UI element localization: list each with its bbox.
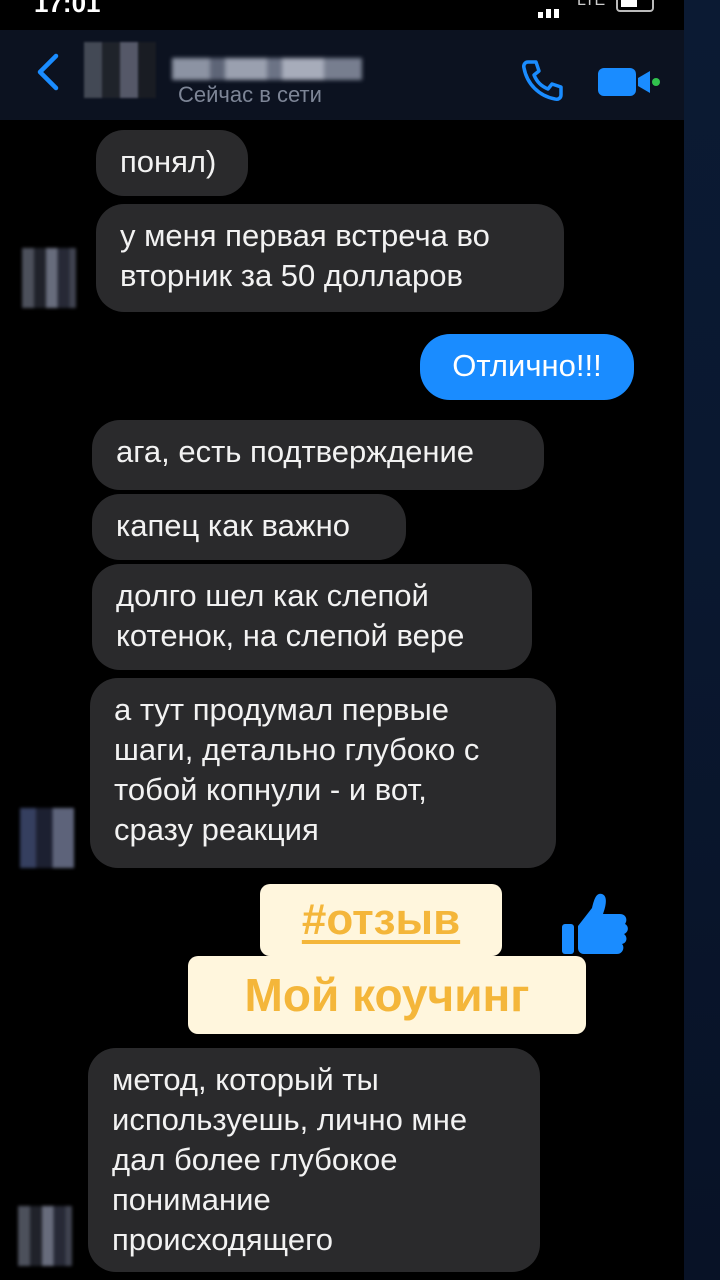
message-bubble-incoming[interactable]: долго шел как слепой котенок, на слепой …: [92, 564, 532, 670]
message-bubble-incoming[interactable]: а тут продумал первые шаги, детально глу…: [90, 678, 556, 868]
message-bubble-incoming[interactable]: метод, который ты используешь, лично мне…: [88, 1048, 540, 1272]
background-edge: [684, 0, 720, 1280]
hashtag-sticker: #отзыв: [260, 884, 502, 956]
title-sticker: Мой коучинг: [188, 956, 586, 1034]
phone-icon[interactable]: [518, 56, 566, 104]
back-chevron-icon[interactable]: [34, 52, 62, 92]
presence-status: Сейчас в сети: [178, 82, 322, 107]
contact-avatar-small: [22, 248, 76, 308]
contact-avatar-small: [18, 1206, 72, 1266]
chat-header: Сейчас в сети: [0, 30, 684, 120]
message-bubble-outgoing[interactable]: Отлично!!!: [420, 334, 634, 400]
status-time: 17:01: [34, 0, 101, 18]
battery-icon: [616, 0, 654, 12]
contact-avatar[interactable]: [84, 42, 156, 98]
message-bubble-incoming[interactable]: понял): [96, 130, 248, 196]
status-bar: 17:01 LTE: [0, 0, 720, 18]
message-bubble-incoming[interactable]: у меня первая встреча во вторник за 50 д…: [96, 204, 564, 312]
network-label: LTE: [577, 0, 606, 9]
signal-icon: [538, 0, 562, 18]
thumbs-up-icon: [562, 893, 628, 954]
message-bubble-incoming[interactable]: ага, есть подтверждение: [92, 420, 544, 490]
contact-avatar-small: [20, 808, 74, 868]
contact-name-blurred[interactable]: [172, 58, 362, 80]
message-bubble-incoming[interactable]: капец как важно: [92, 494, 406, 560]
video-camera-icon[interactable]: [596, 64, 660, 100]
